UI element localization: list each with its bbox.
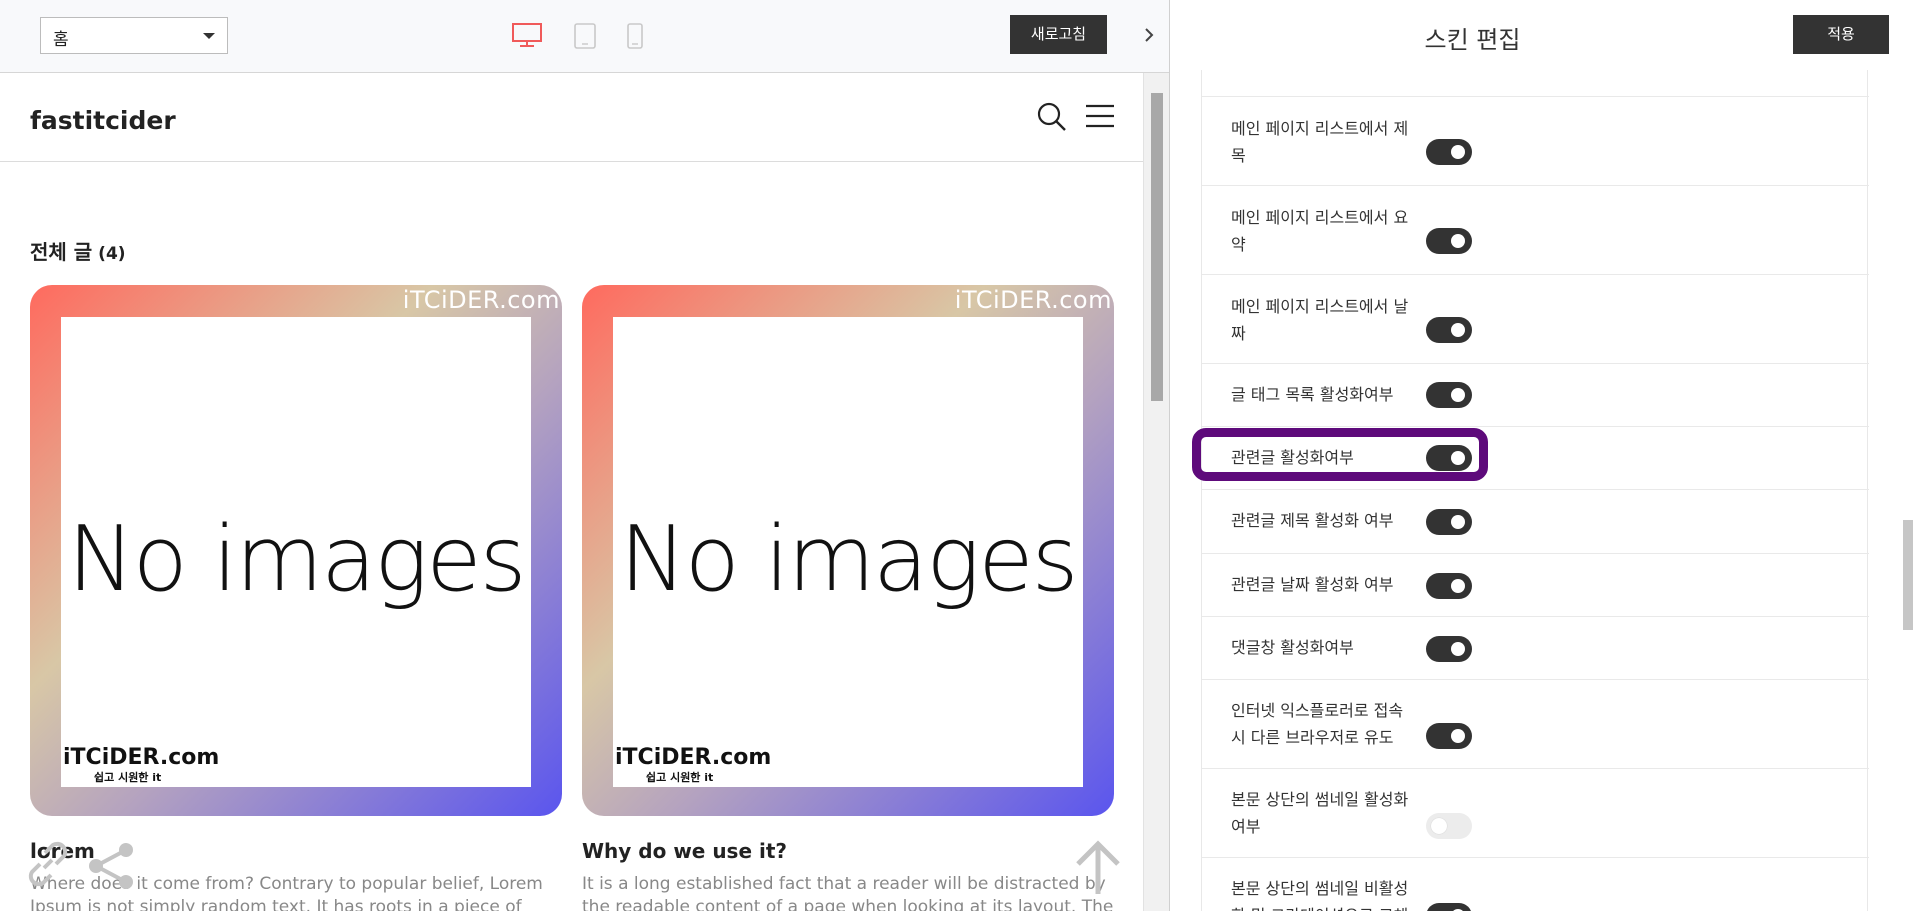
chevron-down-icon [203,33,215,39]
option-label-line: 여부 [1231,817,1261,836]
option-list: 메인 페이지 리스트에서 제 목 메인 페이지 리스트에서 요 약 메인 페이지… [1201,70,1869,911]
watermark-logo: iTCiDER.com [615,745,772,770]
toggle-knob [1451,388,1465,402]
toggle-knob [1451,729,1465,743]
page-select-value: 홈 [53,30,69,50]
option-label-line: 메인 페이지 리스트에서 제 [1231,119,1409,138]
option-row: 관련글 제목 활성화 여부 [1202,490,1869,554]
preview-scrollbar-thumb[interactable] [1151,93,1163,401]
thumbnail-frame: No images iTCiDER.com 쉽고 시원한 it [61,317,531,787]
option-label: 메인 페이지 리스트에서 제 목 [1231,115,1421,169]
chevron-right-icon[interactable] [1136,20,1162,50]
no-image-text: No images [67,507,526,612]
option-toggle[interactable] [1426,228,1472,254]
blog-header: fastitcider [0,73,1143,162]
post-count: (4) [98,244,126,264]
refresh-button[interactable]: 새로고침 [1010,15,1107,54]
page-select[interactable]: 홈 [40,17,228,54]
no-image-text: No images [619,507,1078,612]
option-toggle[interactable] [1426,573,1472,599]
arrow-up-icon[interactable] [1073,840,1123,900]
toggle-knob [1451,145,1465,159]
post-thumbnail[interactable]: iTCiDER.com No images iTCiDER.com 쉽고 시원한… [582,285,1114,816]
option-label: 본문 상단의 썸네일 활성화 여부 [1231,786,1421,840]
option-label: 관련글 제목 활성화 여부 [1231,511,1394,530]
option-toggle[interactable] [1426,813,1472,839]
watermark-logo: iTCiDER.com [63,745,220,770]
option-label-line: 인터넷 익스플로러로 접속 [1231,701,1404,720]
option-toggle[interactable] [1426,636,1472,662]
option-toggle[interactable] [1426,723,1472,749]
post-card[interactable]: iTCiDER.com No images iTCiDER.com 쉽고 시원한… [582,285,1114,911]
option-label: 메인 페이지 리스트에서 요 약 [1231,204,1421,258]
option-label: 메인 페이지 리스트에서 날 짜 [1231,293,1421,347]
blog-title[interactable]: fastitcider [30,106,176,135]
option-label-line: 메인 페이지 리스트에서 날 [1231,297,1409,316]
thumbnail-frame: No images iTCiDER.com 쉽고 시원한 it [613,317,1083,787]
option-row: 메인 페이지 리스트에서 제 목 [1202,97,1869,186]
option-row: 글 태그 목록 활성화여부 [1202,364,1869,427]
option-row-partial [1202,70,1869,97]
mobile-icon[interactable] [627,23,645,53]
option-label-line: 시 다른 브라우저로 유도 [1231,728,1394,747]
toggle-knob [1451,579,1465,593]
option-row: 인터넷 익스플로러로 접속 시 다른 브라우저로 유도 [1202,680,1869,769]
share-icon[interactable] [86,840,138,896]
option-row: 메인 페이지 리스트에서 날 짜 [1202,275,1869,364]
toggle-knob [1451,642,1465,656]
option-label-line: 약 [1231,235,1246,254]
option-label: 관련글 날짜 활성화 여부 [1231,575,1394,594]
option-label-line: 짜 [1231,324,1246,343]
option-label: 인터넷 익스플로러로 접속 시 다른 브라우저로 유도 [1231,697,1421,751]
editor-scrollbar-thumb[interactable] [1903,520,1913,630]
editor-header: 스킨 편집 적용 [1170,0,1915,70]
toggle-knob [1451,323,1465,337]
post-card[interactable]: iTCiDER.com No images iTCiDER.com 쉽고 시원한… [30,285,562,911]
search-icon[interactable] [1037,102,1067,136]
option-label-line: 본문 상단의 썸네일 비활성 [1231,879,1409,898]
option-toggle[interactable] [1426,317,1472,343]
watermark-subtitle: 쉽고 시원한 it [94,771,162,784]
excerpt-line: It is a long established fact that a rea… [582,874,1106,894]
option-row: 메인 페이지 리스트에서 요 약 [1202,186,1869,275]
preview-scrollbar[interactable] [1143,73,1169,911]
post-thumbnail[interactable]: iTCiDER.com No images iTCiDER.com 쉽고 시원한… [30,285,562,816]
option-toggle[interactable] [1426,509,1472,535]
preview-toolbar: 홈 새로고침 [0,0,1169,73]
menu-icon[interactable] [1086,104,1114,132]
option-label-line: 목 [1231,146,1246,165]
apply-button[interactable]: 적용 [1793,15,1889,54]
option-row: 본문 상단의 썸네일 비활성 화 및 그라데이션으로 교체 [1202,858,1869,911]
section-title: 전체 글 (4) [30,236,126,265]
section-title-text: 전체 글 [30,240,93,264]
post-excerpt: It is a long established fact that a rea… [582,873,1114,911]
editor-title: 스킨 편집 [1424,26,1521,54]
option-label: 본문 상단의 썸네일 비활성 화 및 그라데이션으로 교체 [1231,875,1421,911]
option-label-line: 화 및 그라데이션으로 교체 [1231,902,1421,911]
toggle-knob [1451,234,1465,248]
toggle-knob [1451,515,1465,529]
excerpt-line: Ipsum is not simply random text. It has … [30,897,522,911]
option-toggle[interactable] [1426,903,1472,911]
option-label-line: 본문 상단의 썸네일 활성화 [1231,790,1409,809]
excerpt-line: the readable content of a page when look… [582,897,1114,911]
toggle-knob [1431,818,1447,834]
option-toggle[interactable] [1426,382,1472,408]
option-toggle[interactable] [1426,139,1472,165]
preview-pane: 홈 새로고침 fastitcider 전체 글(4) iTCiDER.com [0,0,1169,911]
watermark-text: iTCiDER.com [402,286,560,314]
watermark-subtitle: 쉽고 시원한 it [646,771,714,784]
post-title[interactable]: Why do we use it? [582,839,1114,863]
option-label-line: 메인 페이지 리스트에서 요 [1231,208,1409,227]
tablet-icon[interactable] [574,23,596,53]
option-label: 댓글창 활성화여부 [1231,638,1354,657]
option-row: 댓글창 활성화여부 [1202,617,1869,680]
option-row: 관련글 날짜 활성화 여부 [1202,554,1869,617]
highlight-annotation [1192,428,1488,481]
option-label: 글 태그 목록 활성화여부 [1231,385,1394,404]
link-icon[interactable] [22,838,74,894]
watermark-text: iTCiDER.com [954,286,1112,314]
option-row: 본문 상단의 썸네일 활성화 여부 [1202,769,1869,858]
desktop-icon[interactable] [512,23,542,51]
